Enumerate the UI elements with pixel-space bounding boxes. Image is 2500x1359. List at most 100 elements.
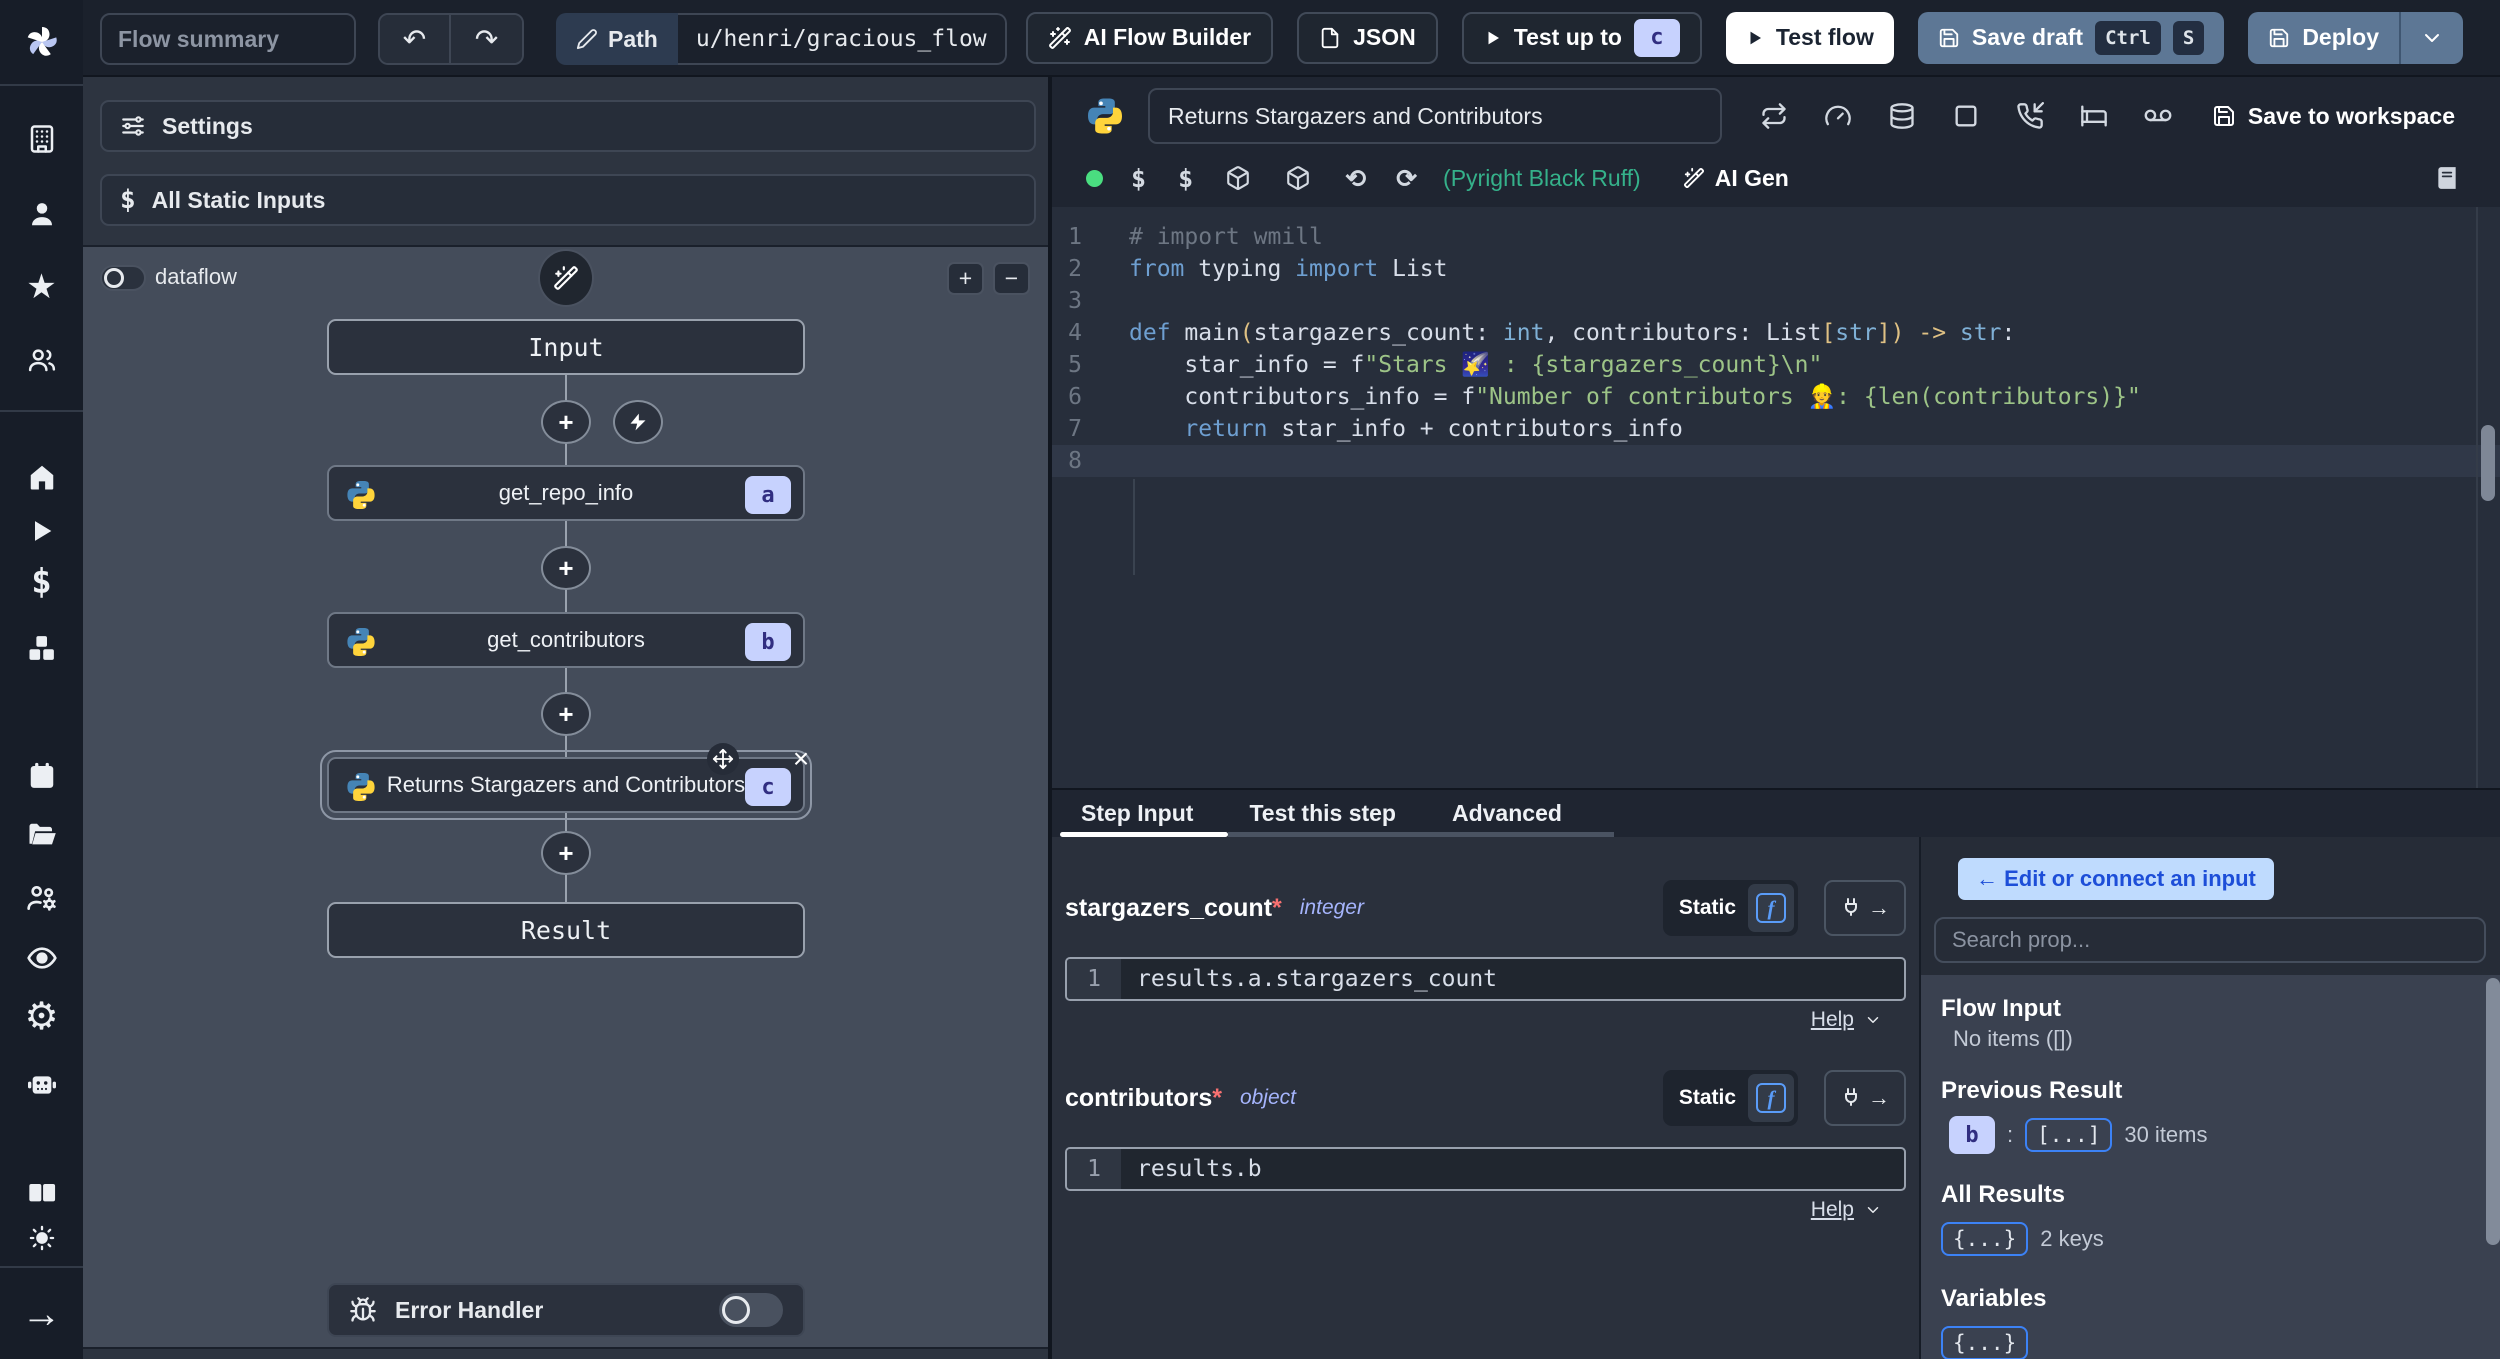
save-to-workspace-button[interactable]: Save to workspace <box>2212 103 2455 130</box>
connect-input-button[interactable]: → <box>1824 1070 1906 1126</box>
test-up-to-button[interactable]: Test up to c <box>1461 11 1702 64</box>
variables-picker-button[interactable]: $ <box>1131 164 1146 193</box>
sidebar-expand-button[interactable]: → <box>0 1288 83 1340</box>
search-prop-input[interactable] <box>1934 917 2486 963</box>
sidebar-item-home[interactable] <box>0 451 83 503</box>
props-scrollbar-thumb[interactable] <box>2486 978 2500 1245</box>
add-step-button[interactable]: + <box>541 546 591 590</box>
lifetime-button[interactable] <box>2144 102 2172 130</box>
code-line[interactable]: 6 contributors_info = f"Number of contri… <box>1052 381 2500 413</box>
flow-settings-button[interactable]: Settings <box>100 100 1036 152</box>
panel-divider[interactable] <box>1048 77 1052 1359</box>
sidebar-item-theme-toggle[interactable] <box>0 1216 83 1260</box>
add-step-button[interactable]: + <box>541 831 591 875</box>
error-handler-node[interactable]: Error Handler <box>327 1283 805 1337</box>
code-line[interactable]: 7 return star_info + contributors_info <box>1052 413 2500 445</box>
all-static-inputs-button[interactable]: $ All Static Inputs <box>100 174 1036 226</box>
deploy-dropdown-button[interactable] <box>2399 11 2463 64</box>
add-step-button[interactable]: + <box>541 400 591 444</box>
package-lock-button[interactable] <box>1285 165 1311 191</box>
expr-segment[interactable]: f <box>1748 884 1794 932</box>
move-node-handle[interactable] <box>707 743 739 775</box>
sidebar-item-runs[interactable] <box>0 505 83 557</box>
sidebar-item-ai[interactable] <box>0 1057 83 1109</box>
ai-graph-assistant-button[interactable] <box>538 249 594 307</box>
redo-button[interactable]: ↷ <box>451 15 522 63</box>
delete-node-button[interactable]: × <box>785 743 817 775</box>
ai-flow-builder-button[interactable]: AI Flow Builder <box>1025 11 1274 64</box>
graph-node-result[interactable]: Result <box>327 902 805 958</box>
reset-code-button[interactable]: ⟲ <box>1345 164 1366 193</box>
sidebar-item-favorites[interactable]: ★ <box>0 261 83 313</box>
sidebar-item-settings[interactable]: ⚙ <box>0 991 83 1043</box>
graph-node-step-a[interactable]: get_repo_info a <box>327 465 805 521</box>
sidebar-item-workspace[interactable] <box>0 113 83 165</box>
path-group[interactable]: Path u/henri/gracious_flow <box>556 13 1007 65</box>
sidebar-item-docs[interactable] <box>0 1166 83 1218</box>
sidebar-item-audit-logs[interactable] <box>0 932 83 984</box>
sidebar-item-resources[interactable] <box>0 622 83 674</box>
help-link[interactable]: Help <box>1811 1008 1854 1032</box>
graph-node-step-c-selected[interactable]: Returns Stargazers and Contributors c × <box>320 743 812 820</box>
save-draft-button[interactable]: Save draft Ctrl S <box>1917 11 2225 64</box>
suspend-button[interactable] <box>2016 102 2044 130</box>
sidebar-item-schedules[interactable] <box>0 750 83 802</box>
tab-step-input[interactable]: Step Input <box>1081 800 1193 827</box>
sidebar-item-workers[interactable] <box>0 872 83 924</box>
trigger-button[interactable] <box>613 400 663 444</box>
resources-picker-button[interactable]: $ <box>1178 164 1193 193</box>
sidebar-item-variables[interactable]: $ <box>0 556 83 608</box>
dataflow-toggle[interactable] <box>100 265 146 291</box>
chevron-down-icon[interactable] <box>1864 1011 1882 1029</box>
step-title-input[interactable] <box>1148 88 1722 144</box>
graph-node-step-b[interactable]: get_contributors b <box>327 612 805 668</box>
sidebar-item-folders[interactable] <box>0 809 83 861</box>
code-line[interactable]: 3 <box>1052 285 2500 317</box>
deploy-button[interactable]: Deploy <box>2248 11 2399 64</box>
expr-editor[interactable]: 1 results.a.stargazers_count <box>1065 957 1906 1001</box>
help-link[interactable]: Help <box>1811 1198 1854 1222</box>
early-stop-button[interactable] <box>1824 102 1852 130</box>
retries-button[interactable] <box>1760 102 1788 130</box>
reload-button[interactable]: ⟳ <box>1396 164 1417 193</box>
expr-editor[interactable]: 1 results.b <box>1065 1147 1906 1191</box>
variables-object-chip[interactable]: {...} <box>1941 1326 2029 1359</box>
scrollbar-thumb[interactable] <box>2481 425 2495 501</box>
previous-result-array-chip[interactable]: [...] <box>2025 1118 2113 1152</box>
tab-test-this-step[interactable]: Test this step <box>1249 800 1396 827</box>
path-value[interactable]: u/henri/gracious_flow <box>677 13 1007 65</box>
code-line[interactable]: 2 from typing import List <box>1052 253 2500 285</box>
expr-segment[interactable]: f <box>1748 1074 1794 1122</box>
code-line[interactable]: 1 # import wmill <box>1052 221 2500 253</box>
test-flow-button[interactable]: Test flow <box>1725 11 1894 64</box>
chevron-down-icon[interactable] <box>1864 1201 1882 1219</box>
add-step-button[interactable]: + <box>541 692 591 736</box>
code-line[interactable]: 8 <box>1052 445 2500 477</box>
zoom-out-button[interactable]: − <box>993 262 1030 295</box>
zoom-in-button[interactable]: + <box>947 262 984 295</box>
all-results-object-chip[interactable]: {...} <box>1941 1222 2029 1256</box>
script-library-button[interactable] <box>2434 165 2460 191</box>
mock-button[interactable] <box>1952 102 1980 130</box>
error-handler-toggle[interactable] <box>719 1293 783 1327</box>
sidebar-item-groups[interactable] <box>0 334 83 386</box>
json-button[interactable]: JSON <box>1297 11 1438 64</box>
flow-summary-input[interactable] <box>100 13 356 65</box>
windmill-logo[interactable] <box>0 16 83 68</box>
cache-button[interactable] <box>1888 102 1916 130</box>
code-line[interactable]: 4 def main(stargazers_count: int, contrib… <box>1052 317 2500 349</box>
connect-input-button[interactable]: → <box>1824 880 1906 936</box>
tab-advanced[interactable]: Advanced <box>1452 800 1562 827</box>
code-line[interactable]: 5 star_info = f"Stars 🌠 : {stargazers_co… <box>1052 349 2500 381</box>
code-editor[interactable]: 1 # import wmill 2 from typing import List 3… <box>1052 207 2500 788</box>
sleep-button[interactable] <box>2080 102 2108 130</box>
package-button[interactable] <box>1225 165 1251 191</box>
undo-button[interactable]: ↶ <box>380 15 451 63</box>
static-expr-toggle[interactable]: Static f <box>1662 880 1798 936</box>
previous-result-badge[interactable]: b <box>1949 1116 1995 1154</box>
edit-connect-input-button[interactable]: ← Edit or connect an input <box>1958 858 2274 900</box>
graph-node-input[interactable]: Input <box>327 319 805 375</box>
code-assistants-status[interactable]: (Pyright Black Ruff) <box>1443 165 1641 192</box>
sidebar-item-user[interactable] <box>0 188 83 240</box>
ai-gen-button[interactable]: AI Gen <box>1683 165 1789 192</box>
